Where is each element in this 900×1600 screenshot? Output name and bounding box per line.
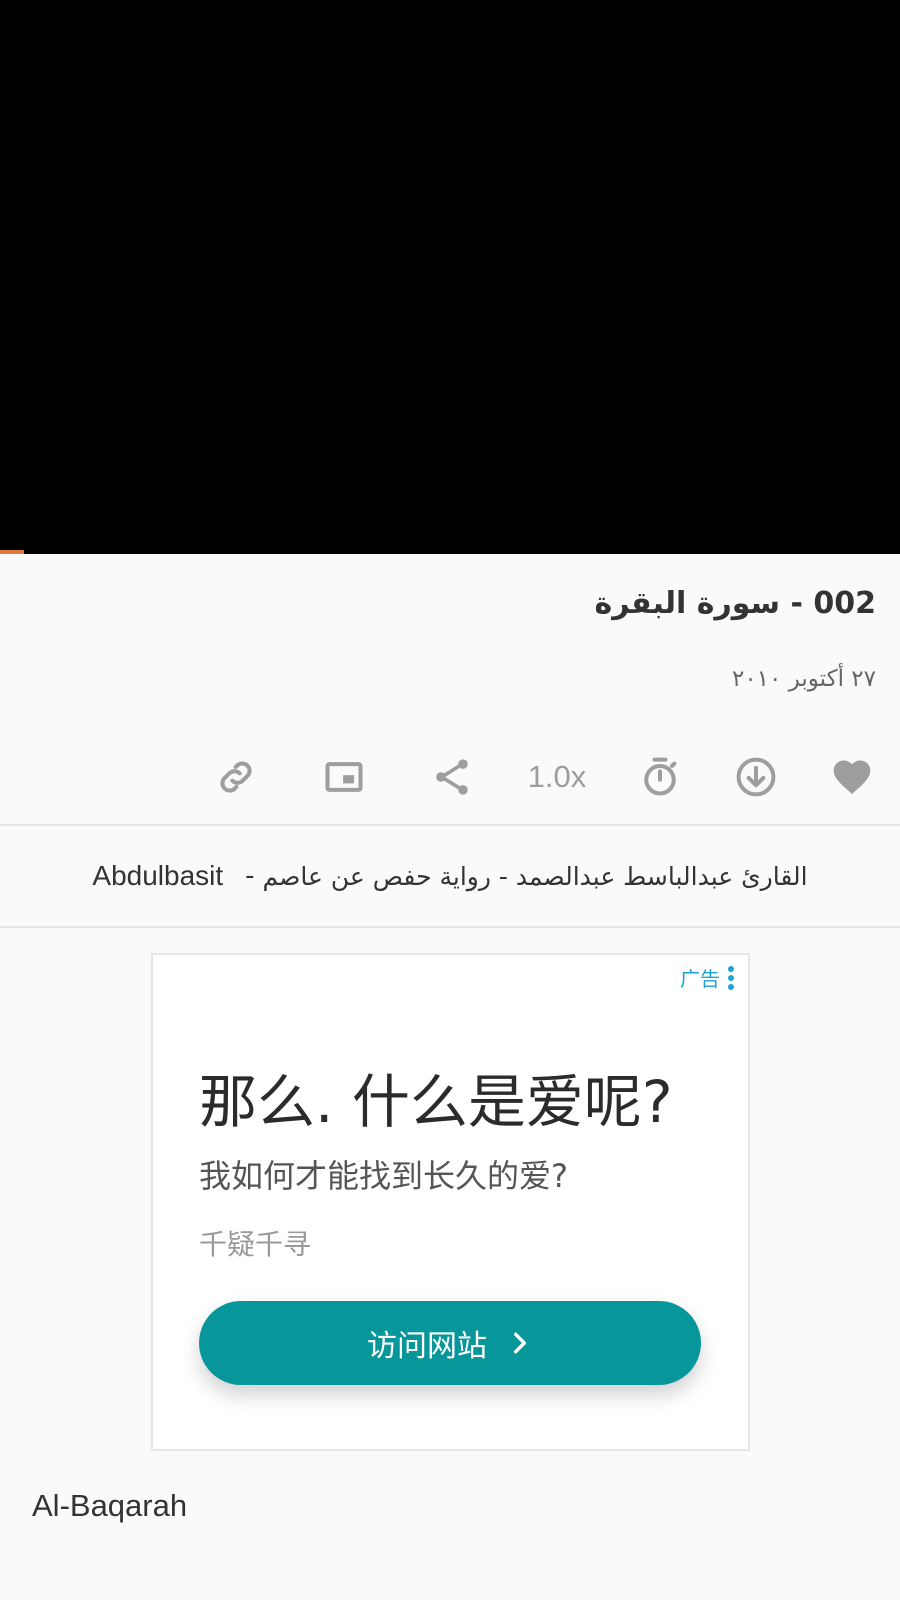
download-button[interactable] [724, 745, 788, 809]
favorite-button[interactable] [820, 745, 884, 809]
ad-subtitle[interactable]: 我如何才能找到长久的爱? [199, 1151, 568, 1197]
share-icon [436, 759, 468, 795]
picture-in-picture-icon [325, 762, 363, 792]
heart-icon [833, 760, 871, 795]
speed-label: 1.0x [527, 759, 587, 794]
ad-brand[interactable]: 千疑千寻 [199, 1223, 311, 1263]
ad-label: 广告 [680, 967, 720, 991]
download-icon [736, 757, 776, 797]
speed-button[interactable]: 1.0x [515, 745, 599, 809]
timer-icon [644, 757, 677, 796]
reciter-separator: - [245, 861, 255, 891]
advertisement[interactable]: 广告 那么. 什么是爱呢? 我如何才能找到长久的爱? 千疑千寻 访问网站 [151, 953, 750, 1451]
divider [0, 926, 900, 928]
reciter-info: Abdulbasit - القارئ عبدالباسط عبدالصمد -… [0, 826, 900, 926]
reciter-arabic: القارئ عبدالباسط عبدالصمد - رواية حفص عن… [262, 861, 808, 891]
link-icon [220, 761, 252, 793]
timer-button[interactable] [628, 745, 692, 809]
ad-choices[interactable]: 广告 [680, 963, 734, 992]
pip-button[interactable] [312, 745, 376, 809]
video-player[interactable] [0, 0, 900, 554]
surah-name: Al-Baqarah [32, 1488, 188, 1523]
visit-site-label: 访问网站 [367, 1329, 487, 1364]
playback-progress[interactable] [0, 550, 24, 554]
more-vertical-icon [728, 964, 734, 991]
visit-site-button[interactable]: 访问网站 [199, 1301, 701, 1385]
action-bar: 1.0x [0, 745, 900, 809]
share-button[interactable] [420, 745, 484, 809]
track-title: 002 - سورة البقرة [594, 586, 876, 621]
link-button[interactable] [204, 745, 268, 809]
chevron-right-icon [513, 1332, 527, 1354]
ad-headline[interactable]: 那么. 什么是爱呢? [199, 1055, 673, 1139]
track-date: ٢٧ أكتوبر ٢٠١٠ [731, 666, 876, 692]
reciter-english: Abdulbasit [92, 860, 224, 891]
